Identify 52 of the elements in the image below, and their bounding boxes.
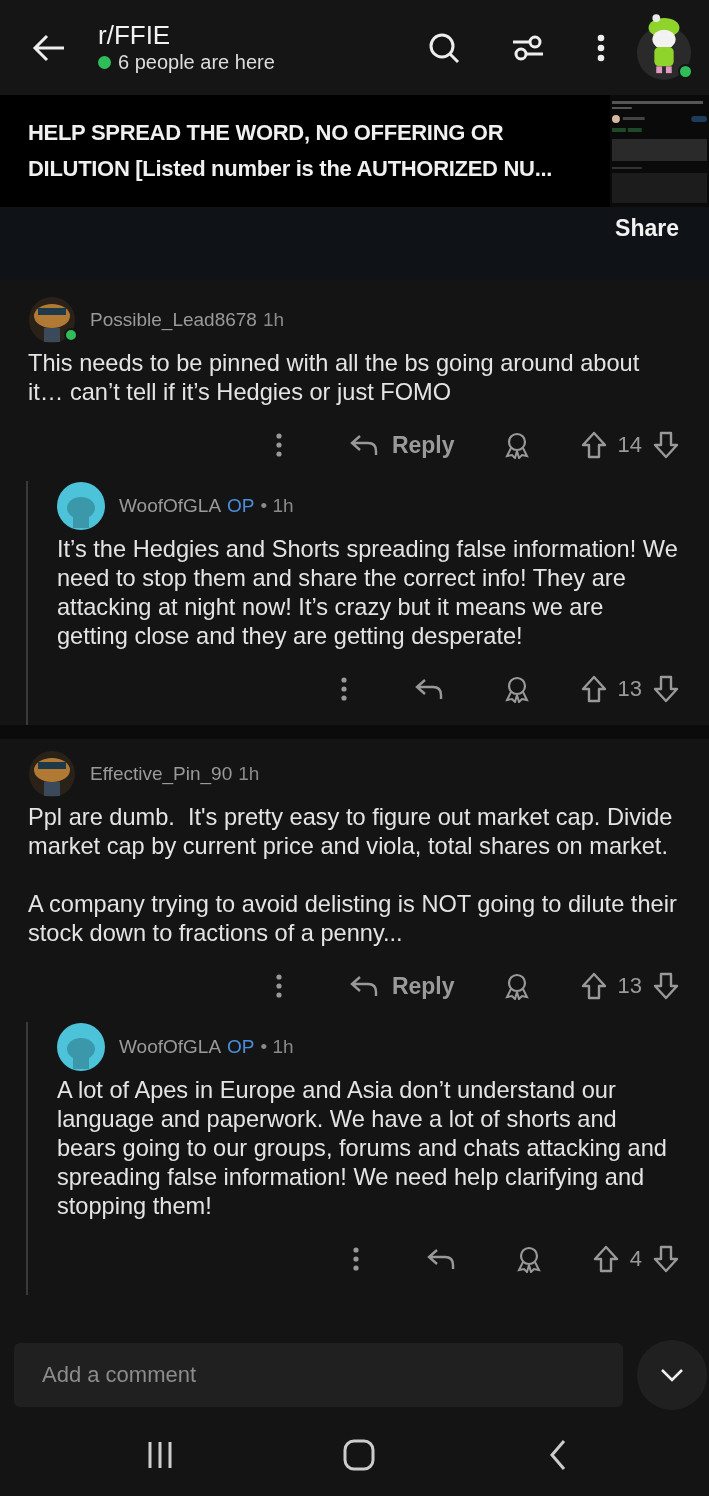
reply-button[interactable]: Reply [349,431,455,459]
back-arrow-icon[interactable] [32,33,66,62]
downvote-icon[interactable] [653,1245,679,1273]
reply-arrow-icon[interactable] [426,1247,455,1271]
user-avatar[interactable] [635,12,693,83]
downvote-icon[interactable] [653,675,679,703]
more-icon[interactable] [352,1247,359,1271]
upvote-icon[interactable] [580,972,607,1000]
user-avatar[interactable] [57,482,105,530]
post-banner[interactable]: HELP SPREAD THE WORD, NO OFFERING OR DILUTION [Listed number is the AUTHORIZED NU... [0,95,709,207]
more-icon[interactable] [275,433,282,457]
comment-text: A company trying to avoid delisting is NOT going to dilute their stock down to fractions of a penny... [28,890,678,948]
user-avatar[interactable] [28,296,76,344]
more-icon[interactable] [275,974,282,998]
username[interactable]: WoofOfGLA [119,1036,222,1058]
more-icon[interactable] [597,33,605,62]
username[interactable]: WoofOfGLA [119,495,222,517]
username[interactable]: Effective_Pin_90 [90,763,233,785]
comment-text: Ppl are dumb. It's pretty easy to figure out market cap. Divide market cap by current price and viola, total shares on market. [28,803,674,861]
timestamp: 1h [262,309,285,331]
op-label: OP [227,1036,255,1058]
post-title[interactable]: HELP SPREAD THE WORD, NO OFFERING OR DILUTION [Listed number is the AUTHORIZED NU... [0,115,610,187]
back-icon[interactable] [548,1439,568,1471]
home-icon[interactable] [343,1439,375,1471]
vote-count: 13 [617,676,642,702]
chevron-down-icon [660,1368,684,1382]
upvote-icon[interactable] [580,431,607,459]
vote-count: 4 [629,1246,642,1272]
reply-arrow-icon [349,433,378,457]
user-avatar[interactable] [57,1023,105,1071]
reply-arrow-icon [349,974,378,998]
comment-input[interactable]: Add a comment [14,1343,623,1407]
username[interactable]: Possible_Lead8678 [90,309,257,331]
presence-text: 6 people are here [118,51,275,74]
timestamp: • 1h [260,495,294,517]
op-label: OP [227,495,255,517]
vote-count: 13 [617,973,642,999]
comment-text: This needs to be pinned with all the bs going around about it… can’t tell if it’s Hedgies or just FOMO [28,349,641,407]
upvote-icon[interactable] [580,675,607,703]
vote-count: 14 [617,432,642,458]
comment-text: It’s the Hedgies and Shorts spreading false information! We need to stop them and share the correct info! They are attacking at night now! It’s crazy but it means we are getting close and they are getting desperate! [57,535,679,651]
downvote-icon[interactable] [653,972,679,1000]
timestamp: 1h [238,763,260,785]
comment-text: A lot of Apes in Europe and Asia don’t understand our language and paperwork. We have a lot of shorts and bears going to our groups, forums and chats attacking and spreading false information! We need help clarifying and stopping them! [57,1076,668,1221]
share-button[interactable]: Share [615,215,679,242]
upvote-icon[interactable] [592,1245,619,1273]
downvote-icon[interactable] [653,431,679,459]
more-icon[interactable] [340,677,347,701]
timestamp: • 1h [260,1036,294,1058]
reply-arrow-icon[interactable] [414,677,443,701]
community-title[interactable]: r/FFIE [98,21,427,49]
reply-button[interactable]: Reply [349,972,455,1000]
